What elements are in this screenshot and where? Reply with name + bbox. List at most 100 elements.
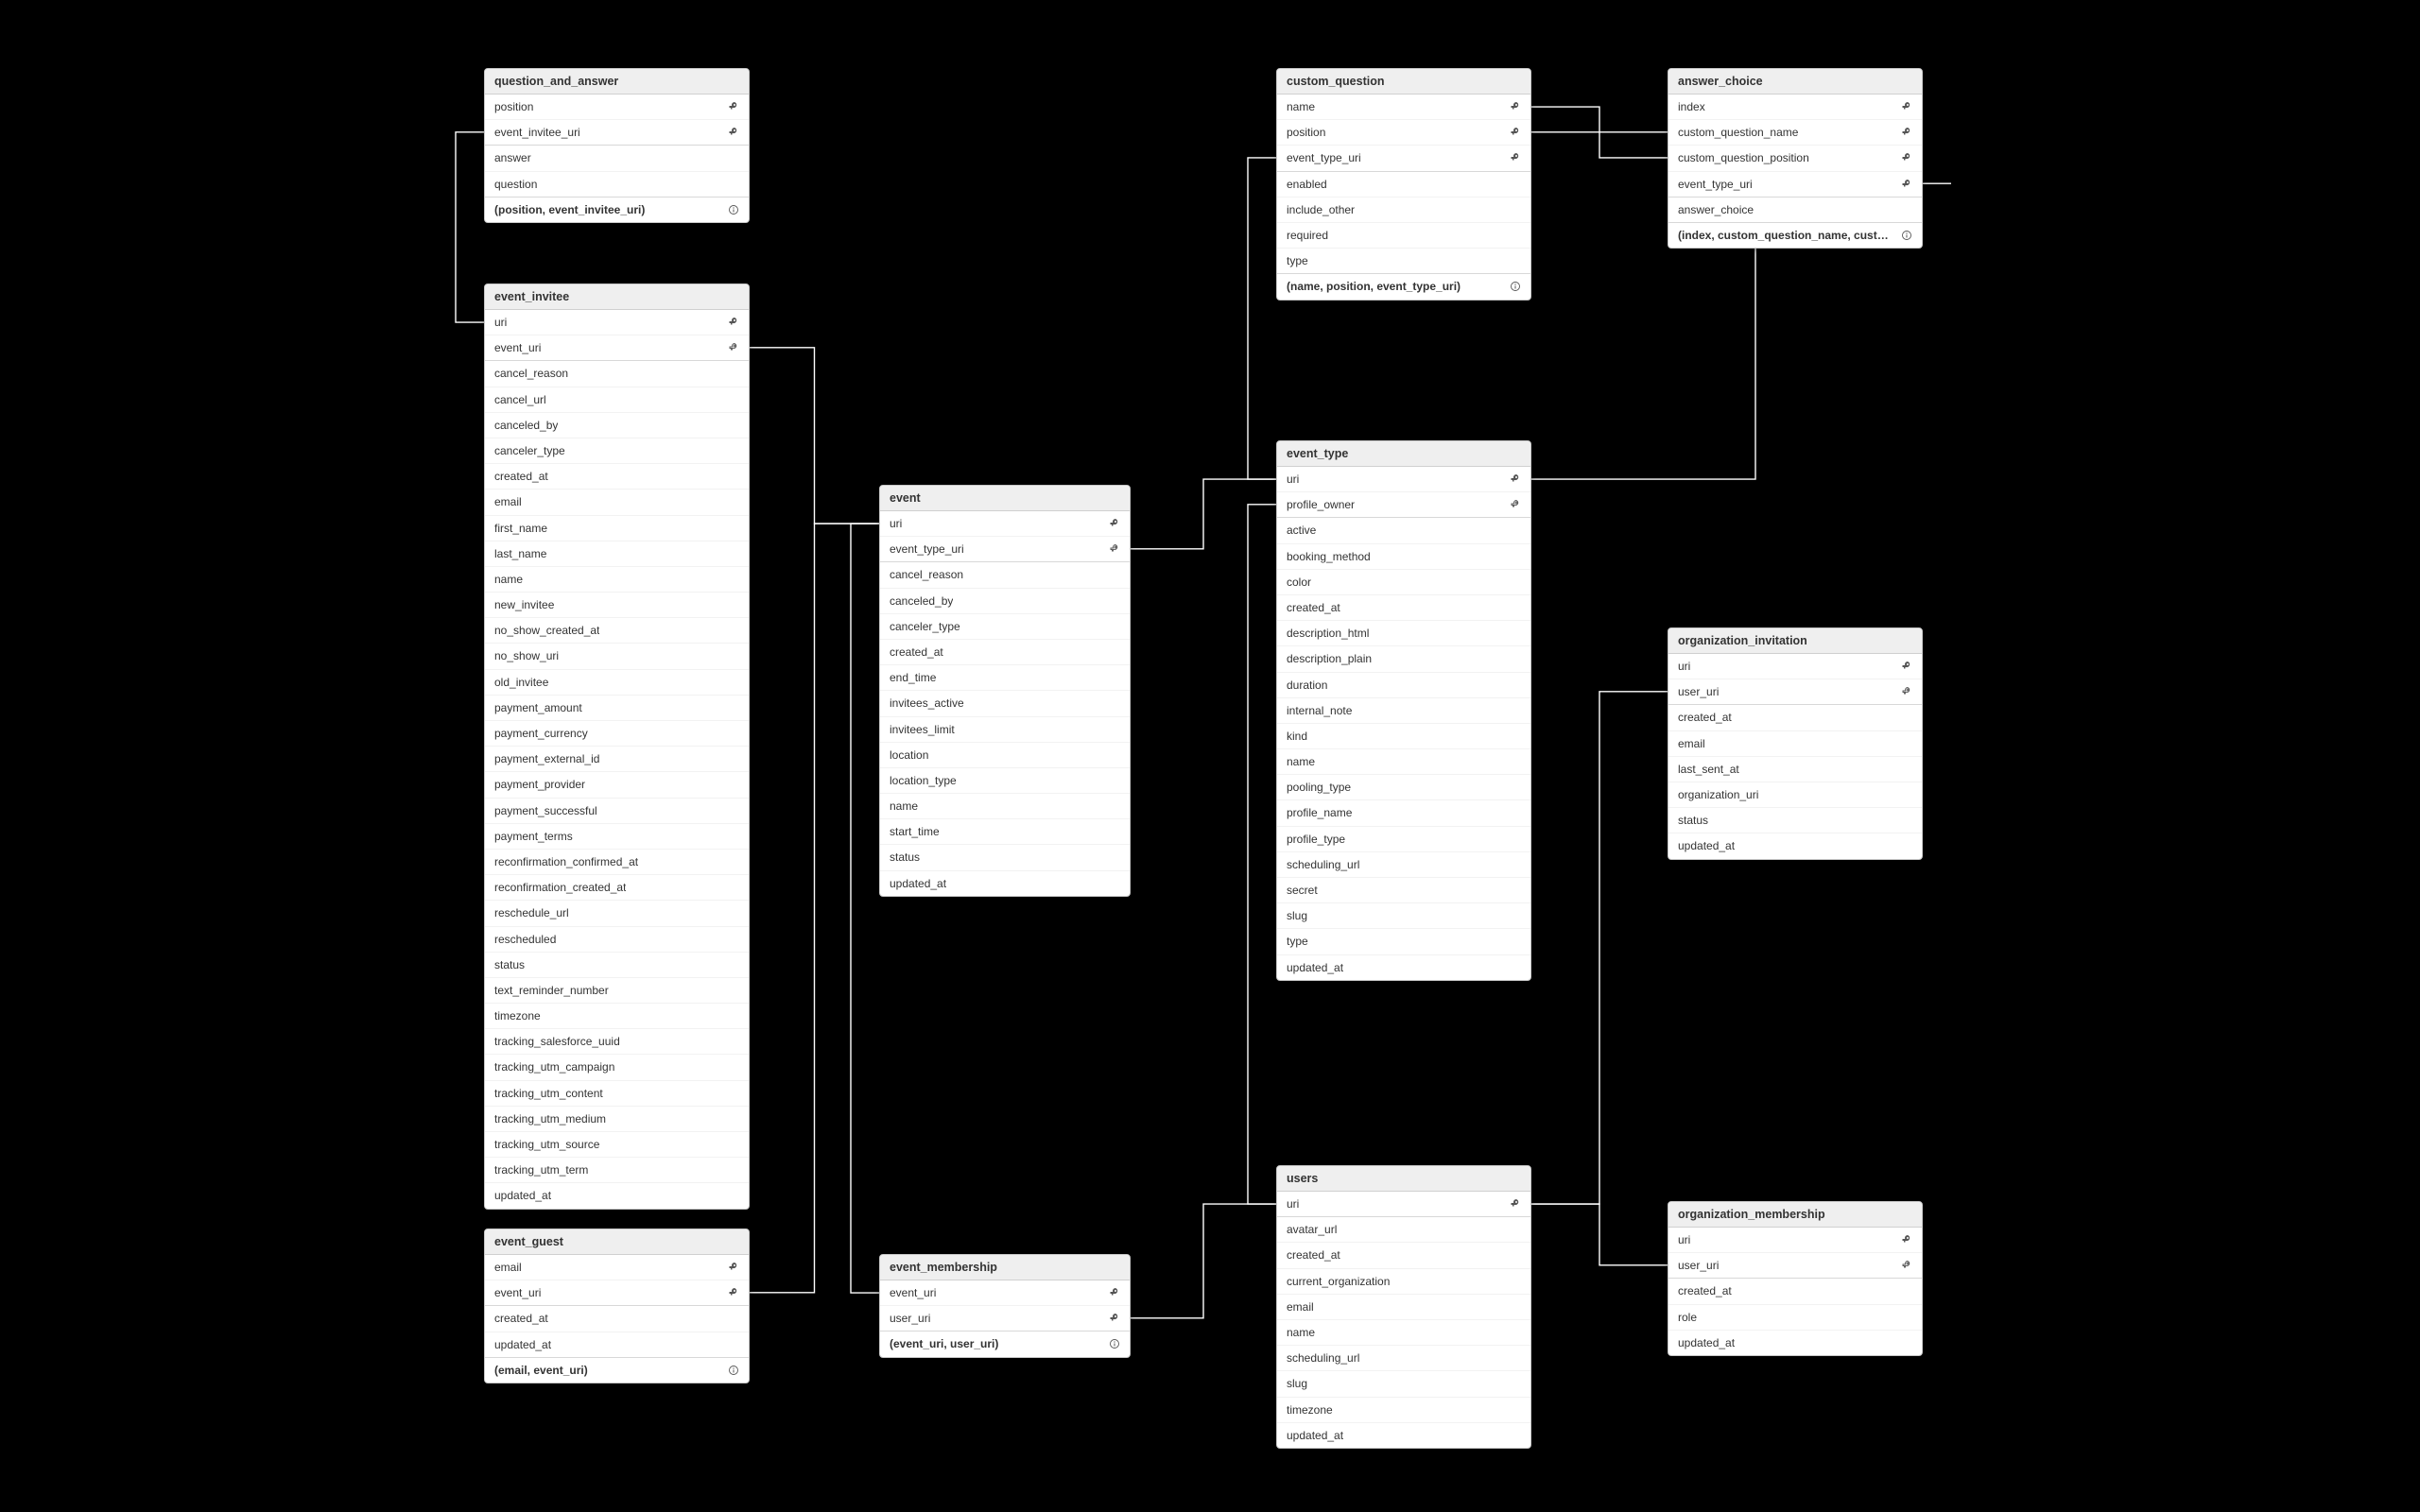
table-column[interactable]: scheduling_url bbox=[1277, 1345, 1530, 1370]
table-column[interactable]: custom_question_position bbox=[1668, 145, 1922, 170]
table-column[interactable]: index bbox=[1668, 94, 1922, 119]
table-header[interactable]: custom_question bbox=[1277, 69, 1530, 94]
table-event_membership[interactable]: event_membershipevent_uriuser_uri(event_… bbox=[879, 1254, 1131, 1358]
table-column[interactable]: pooling_type bbox=[1277, 774, 1530, 799]
table-column[interactable]: profile_name bbox=[1277, 799, 1530, 825]
table-column[interactable]: uri bbox=[1668, 1228, 1922, 1252]
table-column[interactable]: uri bbox=[1277, 467, 1530, 491]
table-column[interactable]: payment_amount bbox=[485, 695, 749, 720]
table-column[interactable]: event_uri bbox=[880, 1280, 1130, 1305]
table-column[interactable]: enabled bbox=[1277, 172, 1530, 197]
table-constraint[interactable]: (name, position, event_type_uri) bbox=[1277, 274, 1530, 299]
table-column[interactable]: reconfirmation_created_at bbox=[485, 874, 749, 900]
table-column[interactable]: description_html bbox=[1277, 620, 1530, 645]
table-column[interactable]: answer bbox=[485, 146, 749, 170]
table-header[interactable]: event_guest bbox=[485, 1229, 749, 1255]
table-column[interactable]: custom_question_name bbox=[1668, 119, 1922, 145]
table-column[interactable]: type bbox=[1277, 928, 1530, 954]
table-column[interactable]: event_type_uri bbox=[1277, 145, 1530, 170]
table-column[interactable]: location bbox=[880, 742, 1130, 767]
table-column[interactable]: created_at bbox=[485, 1306, 749, 1331]
table-constraint[interactable]: (position, event_invitee_uri) bbox=[485, 198, 749, 222]
table-column[interactable]: name bbox=[485, 566, 749, 592]
table-column[interactable]: user_uri bbox=[1668, 679, 1922, 704]
table-column[interactable]: uri bbox=[485, 310, 749, 335]
table-column[interactable]: email bbox=[485, 489, 749, 514]
table-column[interactable]: tracking_utm_campaign bbox=[485, 1054, 749, 1079]
table-header[interactable]: question_and_answer bbox=[485, 69, 749, 94]
table-column[interactable]: position bbox=[485, 94, 749, 119]
table-column[interactable]: color bbox=[1277, 569, 1530, 594]
table-column[interactable]: name bbox=[1277, 1319, 1530, 1345]
table-column[interactable]: profile_type bbox=[1277, 826, 1530, 851]
table-column[interactable]: slug bbox=[1277, 902, 1530, 928]
table-column[interactable]: last_name bbox=[485, 541, 749, 566]
table-constraint[interactable]: (email, event_uri) bbox=[485, 1358, 749, 1383]
table-column[interactable]: updated_at bbox=[1668, 1330, 1922, 1355]
table-column[interactable]: event_uri bbox=[485, 335, 749, 360]
table-event_type[interactable]: event_typeuriprofile_owneractivebooking_… bbox=[1276, 440, 1531, 981]
table-column[interactable]: uri bbox=[1277, 1192, 1530, 1216]
table-column[interactable]: avatar_url bbox=[1277, 1217, 1530, 1242]
table-header[interactable]: organization_membership bbox=[1668, 1202, 1922, 1228]
table-column[interactable]: email bbox=[1668, 730, 1922, 756]
table-column[interactable]: include_other bbox=[1277, 197, 1530, 222]
table-header[interactable]: event_invitee bbox=[485, 284, 749, 310]
table-column[interactable]: email bbox=[485, 1255, 749, 1280]
table-header[interactable]: organization_invitation bbox=[1668, 628, 1922, 654]
table-column[interactable]: timezone bbox=[485, 1003, 749, 1028]
table-header[interactable]: event_type bbox=[1277, 441, 1530, 467]
table-column[interactable]: created_at bbox=[1668, 1279, 1922, 1303]
table-column[interactable]: invitees_active bbox=[880, 690, 1130, 715]
table-column[interactable]: cancel_url bbox=[485, 387, 749, 412]
table-column[interactable]: email bbox=[1277, 1294, 1530, 1319]
table-column[interactable]: duration bbox=[1277, 672, 1530, 697]
table-header[interactable]: event bbox=[880, 486, 1130, 511]
table-column[interactable]: canceled_by bbox=[880, 588, 1130, 613]
table-column[interactable]: created_at bbox=[1668, 705, 1922, 730]
table-column[interactable]: name bbox=[880, 793, 1130, 818]
table-column[interactable]: no_show_uri bbox=[485, 643, 749, 668]
table-column[interactable]: tracking_utm_source bbox=[485, 1131, 749, 1157]
table-header[interactable]: answer_choice bbox=[1668, 69, 1922, 94]
table-column[interactable]: created_at bbox=[1277, 1242, 1530, 1267]
table-column[interactable]: type bbox=[1277, 248, 1530, 273]
table-event[interactable]: eventurievent_type_uricancel_reasoncance… bbox=[879, 485, 1131, 897]
table-column[interactable]: event_type_uri bbox=[1668, 171, 1922, 197]
table-column[interactable]: updated_at bbox=[485, 1332, 749, 1357]
table-column[interactable]: cancel_reason bbox=[485, 361, 749, 386]
table-column[interactable]: updated_at bbox=[1277, 954, 1530, 980]
table-event_invitee[interactable]: event_inviteeurievent_uricancel_reasonca… bbox=[484, 284, 750, 1210]
table-answer_choice[interactable]: answer_choiceindexcustom_question_namecu… bbox=[1668, 68, 1923, 249]
table-column[interactable]: rescheduled bbox=[485, 926, 749, 952]
table-column[interactable]: answer_choice bbox=[1668, 198, 1922, 222]
table-column[interactable]: user_uri bbox=[1668, 1252, 1922, 1278]
table-column[interactable]: tracking_utm_medium bbox=[485, 1106, 749, 1131]
table-column[interactable]: uri bbox=[880, 511, 1130, 536]
table-column[interactable]: end_time bbox=[880, 664, 1130, 690]
table-column[interactable]: event_type_uri bbox=[880, 536, 1130, 561]
table-column[interactable]: updated_at bbox=[1668, 833, 1922, 858]
table-column[interactable]: required bbox=[1277, 222, 1530, 248]
table-column[interactable]: profile_owner bbox=[1277, 491, 1530, 517]
table-question_and_answer[interactable]: question_and_answerpositionevent_invitee… bbox=[484, 68, 750, 223]
table-column[interactable]: canceler_type bbox=[485, 438, 749, 463]
table-custom_question[interactable]: custom_questionnamepositionevent_type_ur… bbox=[1276, 68, 1531, 301]
table-column[interactable]: payment_external_id bbox=[485, 746, 749, 771]
table-column[interactable]: created_at bbox=[1277, 594, 1530, 620]
table-column[interactable]: position bbox=[1277, 119, 1530, 145]
table-header[interactable]: event_membership bbox=[880, 1255, 1130, 1280]
table-constraint[interactable]: (event_uri, user_uri) bbox=[880, 1332, 1130, 1356]
table-column[interactable]: updated_at bbox=[485, 1182, 749, 1208]
table-column[interactable]: scheduling_url bbox=[1277, 851, 1530, 877]
table-column[interactable]: start_time bbox=[880, 818, 1130, 844]
table-column[interactable]: created_at bbox=[880, 639, 1130, 664]
table-column[interactable]: current_organization bbox=[1277, 1268, 1530, 1294]
table-column[interactable]: payment_terms bbox=[485, 823, 749, 849]
table-column[interactable]: reconfirmation_confirmed_at bbox=[485, 849, 749, 874]
table-users[interactable]: usersuriavatar_urlcreated_atcurrent_orga… bbox=[1276, 1165, 1531, 1449]
table-column[interactable]: no_show_created_at bbox=[485, 617, 749, 643]
table-column[interactable]: reschedule_url bbox=[485, 900, 749, 925]
table-column[interactable]: event_uri bbox=[485, 1280, 749, 1305]
table-column[interactable]: last_sent_at bbox=[1668, 756, 1922, 782]
